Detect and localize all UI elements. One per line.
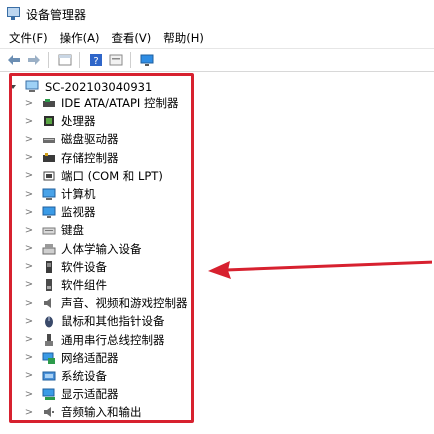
menu-file[interactable]: 文件(F) — [3, 30, 54, 46]
menu-view[interactable]: 查看(V) — [105, 30, 157, 46]
menu-bar: 文件(F) 操作(A) 查看(V) 帮助(H) — [0, 28, 434, 49]
annotation-highlight-box — [9, 73, 194, 423]
toolbar: ? — [0, 49, 434, 72]
annotation-arrow-icon — [208, 260, 432, 279]
device-manager-icon — [6, 7, 20, 21]
window-title: 设备管理器 — [26, 7, 87, 22]
title-bar: 设备管理器 — [0, 0, 434, 28]
help-icon[interactable]: ? — [87, 51, 105, 69]
forward-arrow-icon[interactable] — [25, 51, 43, 69]
menu-action[interactable]: 操作(A) — [54, 30, 106, 46]
svg-text:?: ? — [93, 56, 98, 67]
monitor-icon[interactable] — [138, 51, 156, 69]
menu-help[interactable]: 帮助(H) — [157, 30, 210, 46]
console-icon[interactable] — [107, 51, 125, 69]
properties-icon[interactable] — [56, 51, 74, 69]
back-arrow-icon[interactable] — [5, 51, 23, 69]
toolbar-separator — [130, 52, 131, 68]
toolbar-separator — [79, 52, 80, 68]
toolbar-separator — [48, 52, 49, 68]
